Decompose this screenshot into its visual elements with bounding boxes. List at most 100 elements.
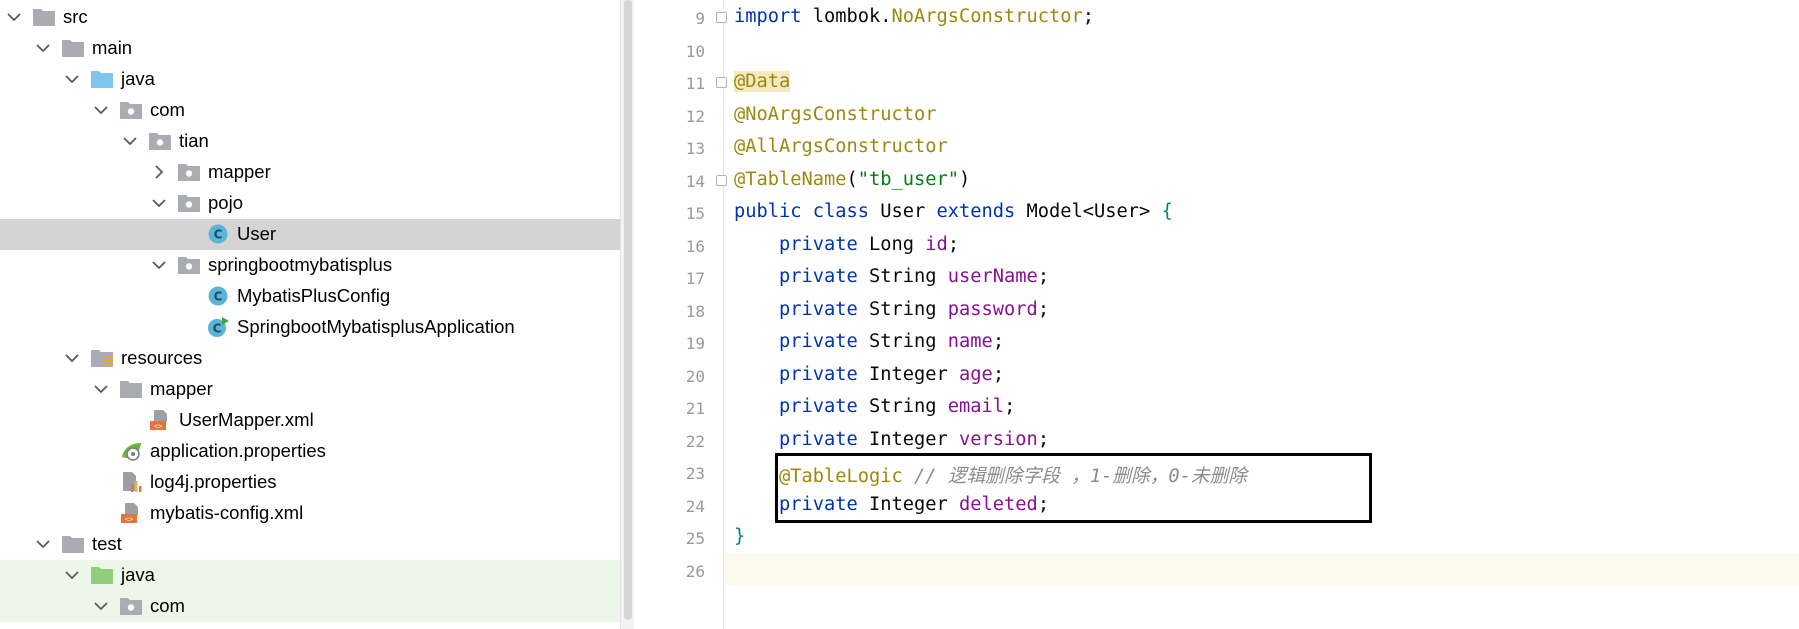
tree-node[interactable]: springbootmybatisplus — [0, 250, 620, 281]
fold-marker-icon[interactable] — [716, 77, 727, 88]
svg-text:<>: <> — [154, 423, 162, 431]
code-line[interactable]: private Integer version; — [734, 429, 1049, 450]
code-line[interactable]: @NoArgsConstructor — [734, 104, 937, 125]
code-line[interactable]: private String password; — [734, 299, 1049, 320]
tree-node[interactable]: src — [0, 2, 620, 33]
chevron-down-icon[interactable] — [149, 255, 169, 275]
tree-node[interactable]: mapper — [0, 157, 620, 188]
svg-text:C: C — [213, 322, 222, 336]
code-editor[interactable]: 9 10 11 12 13 14 15 16 17 18 19 20 21 22 23 24 25 26 impo… — [636, 0, 1799, 629]
xml-file-icon: <> — [119, 502, 143, 524]
chevron-down-icon[interactable] — [91, 596, 111, 616]
code-line[interactable]: private Long id; — [734, 234, 959, 255]
chevron-down-icon[interactable] — [149, 193, 169, 213]
tree-node[interactable]: com — [0, 591, 620, 622]
tree-node-label: mapper — [150, 378, 213, 399]
code-token: Integer — [857, 428, 960, 450]
tree-node-label: pojo — [208, 192, 243, 213]
resources-folder-icon — [90, 347, 114, 369]
tree-node[interactable]: main — [0, 33, 620, 64]
line-number: 16 — [685, 236, 705, 256]
tree-node[interactable]: C MybatisPlusConfig — [0, 281, 620, 312]
line-number: 10 — [685, 41, 705, 61]
code-line[interactable]: public class User extends Model<User> { — [734, 201, 1173, 222]
chevron-down-icon[interactable] — [120, 131, 140, 151]
line-number: 14 — [685, 171, 705, 191]
source-folder-icon — [90, 68, 114, 90]
code-token: ; — [1082, 6, 1095, 27]
fold-marker-icon[interactable] — [716, 174, 727, 186]
tree-node[interactable]: java — [0, 560, 620, 591]
test-source-folder-icon — [90, 564, 114, 586]
code-token: private — [779, 331, 858, 352]
code-token: private — [779, 396, 858, 417]
tree-node[interactable]: tian — [0, 126, 620, 157]
code-line[interactable]: } — [734, 526, 745, 547]
folder-icon — [119, 378, 143, 400]
tree-node[interactable]: <> mybatis-config.xml — [0, 498, 620, 529]
tree-node[interactable]: mapper — [0, 374, 620, 405]
chevron-down-icon[interactable] — [33, 534, 53, 554]
code-token: User — [869, 201, 937, 222]
tree-node[interactable]: pojo — [0, 188, 620, 219]
line-number: 25 — [685, 529, 705, 548]
code-token: ; — [992, 331, 1005, 352]
tree-node[interactable]: C User — [0, 219, 620, 250]
line-number: 11 — [685, 74, 705, 93]
tree-node[interactable]: <> UserMapper.xml — [0, 405, 620, 436]
code-line[interactable]: private String userName; — [734, 266, 1049, 287]
chevron-down-icon[interactable] — [62, 69, 82, 89]
tree-node[interactable]: log4j.properties — [0, 467, 620, 498]
tree-node-label: application.properties — [150, 440, 326, 461]
code-line[interactable]: @AllArgsConstructor — [734, 136, 948, 157]
chevron-down-icon[interactable] — [91, 100, 111, 120]
tree-node[interactable]: com — [0, 95, 620, 126]
tree-node-label: tian — [179, 130, 209, 151]
chevron-down-icon[interactable] — [33, 38, 53, 58]
line-number: 13 — [685, 139, 705, 158]
properties-file-icon — [119, 471, 143, 493]
code-line[interactable]: private String email; — [734, 396, 1015, 417]
code-token: ; — [1004, 396, 1016, 417]
tree-node[interactable]: java — [0, 64, 620, 95]
code-line[interactable]: import lombok.NoArgsConstructor; — [734, 6, 1094, 27]
folder-icon — [61, 37, 85, 59]
chevron-down-icon[interactable] — [62, 565, 82, 585]
code-token: ( — [846, 168, 858, 190]
package-icon — [119, 99, 143, 121]
code-token: name — [947, 331, 993, 352]
code-token: ; — [1037, 428, 1050, 450]
code-token: password — [947, 298, 1038, 320]
code-token: import — [734, 6, 802, 27]
tree-node[interactable]: test — [0, 529, 620, 560]
package-icon — [177, 192, 201, 214]
tree-node[interactable]: application.properties — [0, 436, 620, 467]
project-tree-scrollbar[interactable] — [620, 0, 634, 629]
chevron-down-icon[interactable] — [4, 7, 24, 27]
tree-node[interactable]: C SpringbootMybatisplusApplication — [0, 312, 620, 343]
code-token: ; — [992, 363, 1005, 385]
code-token: private — [779, 266, 858, 287]
code-line[interactable]: @TableName("tb_user") — [734, 169, 970, 190]
code-token: email — [947, 396, 1005, 417]
code-token: @NoArgsConstructor — [734, 103, 937, 125]
tree-node-label: test — [92, 533, 122, 554]
fold-marker-icon[interactable] — [716, 12, 727, 23]
code-token: String — [857, 396, 948, 417]
scrollbar-thumb[interactable] — [624, 0, 632, 620]
chevron-down-icon[interactable] — [62, 348, 82, 368]
line-number: 26 — [685, 561, 705, 581]
line-number: 24 — [685, 496, 705, 516]
code-line[interactable]: private Integer age; — [734, 364, 1004, 385]
chevron-right-icon[interactable] — [149, 162, 169, 182]
line-number: 20 — [685, 366, 705, 386]
chevron-down-icon[interactable] — [91, 379, 111, 399]
code-line[interactable]: @Data — [734, 71, 791, 92]
code-line[interactable]: private String name; — [734, 331, 1004, 352]
tree-node[interactable]: resources — [0, 343, 620, 374]
spring-boot-class-icon: C — [206, 316, 230, 338]
